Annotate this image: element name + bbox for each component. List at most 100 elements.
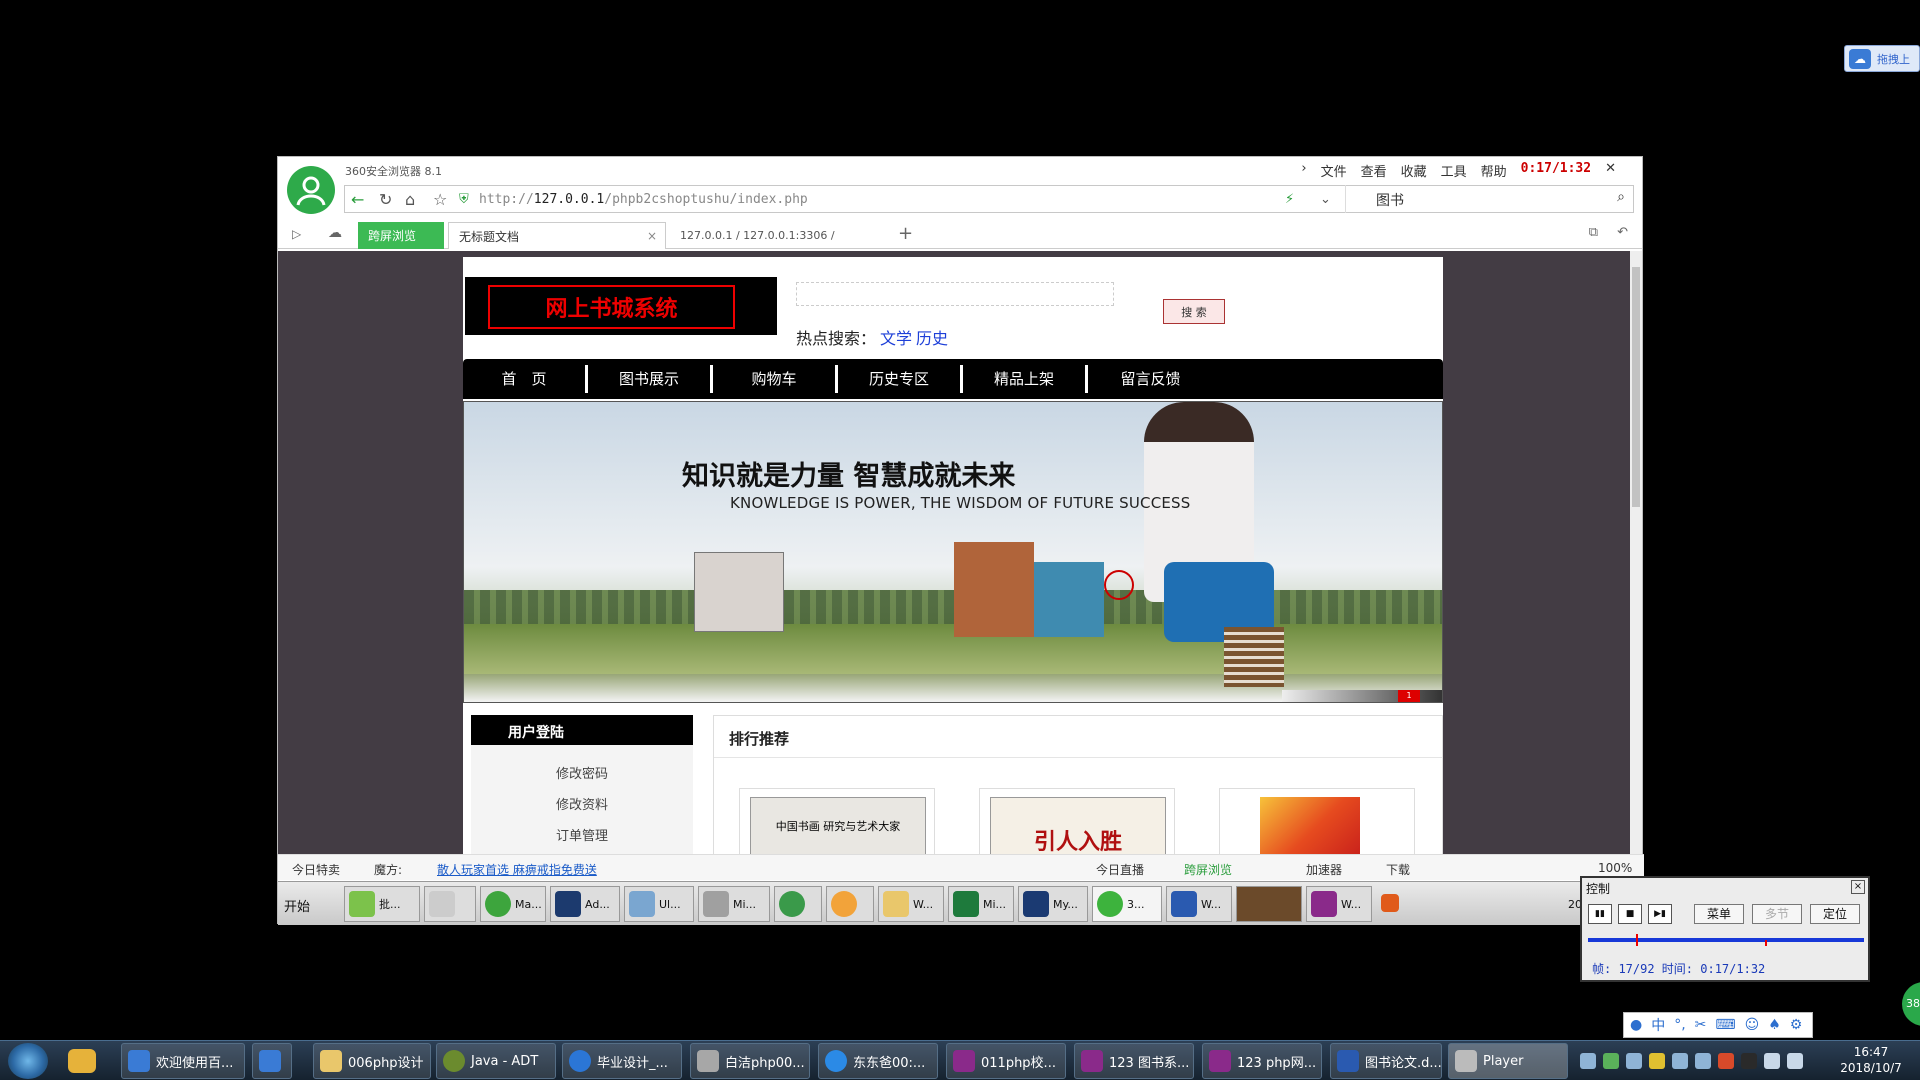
recorded-task[interactable] xyxy=(1236,886,1302,922)
system-clock[interactable]: 16:47 2018/10/7 xyxy=(1836,1044,1906,1076)
task-player[interactable]: Player xyxy=(1448,1043,1568,1079)
tray-icon[interactable] xyxy=(1695,1053,1711,1069)
hot-link-literature[interactable]: 文学 xyxy=(880,329,912,348)
player-position-marker[interactable] xyxy=(1636,934,1638,946)
ime-user-icon[interactable]: ☺ xyxy=(1745,1017,1760,1033)
menu-item-file[interactable]: 文件 xyxy=(1321,161,1347,180)
recorded-task[interactable]: My... xyxy=(1018,886,1088,922)
restore-tab-icon[interactable]: ⧉ xyxy=(1589,225,1598,240)
accelerator[interactable]: 加速器 xyxy=(1306,861,1342,878)
task-011php[interactable]: 011php校... xyxy=(946,1043,1066,1079)
site-search-button[interactable]: 搜 索 xyxy=(1163,299,1225,324)
recorded-task[interactable] xyxy=(826,886,874,922)
book-card[interactable] xyxy=(1219,788,1415,854)
nav-featured[interactable]: 精品上架 xyxy=(963,365,1088,393)
undo-icon[interactable]: ↶ xyxy=(1617,225,1628,240)
recorded-task[interactable]: W... xyxy=(878,886,944,922)
ime-punct-icon[interactable]: °, xyxy=(1674,1017,1685,1033)
task-explorer[interactable] xyxy=(252,1043,292,1079)
tab-phpmyadmin[interactable]: 127.0.0.1 / 127.0.0.1:3306 / xyxy=(670,222,890,249)
pause-icon[interactable]: ▮▮ xyxy=(1588,904,1612,924)
task-123-book[interactable]: 123 图书系... xyxy=(1074,1043,1194,1079)
menu-item-favorites[interactable]: 收藏 xyxy=(1401,161,1427,180)
speed-icon[interactable]: ⚡ xyxy=(1285,192,1294,207)
star-icon[interactable]: ☆ xyxy=(433,190,447,209)
ime-logo-icon[interactable]: ● xyxy=(1630,1017,1642,1033)
recorded-task[interactable]: Mi... xyxy=(698,886,770,922)
book-card[interactable]: 引人入胜 xyxy=(979,788,1175,854)
volume-icon[interactable] xyxy=(1764,1053,1780,1069)
windows-start-button[interactable] xyxy=(8,1043,48,1079)
nav-feedback[interactable]: 留言反馈 xyxy=(1088,365,1213,393)
menu-item-help[interactable]: 帮助 xyxy=(1481,161,1507,180)
cross-screen[interactable]: 跨屏浏览 xyxy=(1184,861,1232,878)
recorded-task[interactable]: 批... xyxy=(344,886,420,922)
task-dongdong[interactable]: 东东爸00:... xyxy=(818,1043,938,1079)
search-engine-input[interactable]: 图书 ⌕ xyxy=(1345,185,1635,213)
refresh-icon[interactable]: ↻ xyxy=(379,190,392,209)
menu-item-view[interactable]: 查看 xyxy=(1361,161,1387,180)
task-graduation[interactable]: 毕业设计_... xyxy=(562,1043,682,1079)
task-baidu[interactable]: 欢迎使用百... xyxy=(121,1043,245,1079)
task-123-php[interactable]: 123 php网... xyxy=(1202,1043,1322,1079)
cloud-sync-icon[interactable]: ☁ xyxy=(328,225,342,241)
zoom-level[interactable]: 100% xyxy=(1598,861,1632,875)
user-avatar[interactable] xyxy=(287,166,335,214)
hot-link-history[interactable]: 历史 xyxy=(916,329,948,348)
next-icon[interactable]: ▶▮ xyxy=(1648,904,1672,924)
recorded-task[interactable]: Ma... xyxy=(480,886,546,922)
site-logo[interactable]: 网上书城系统 xyxy=(465,277,777,335)
url-input[interactable]: http://127.0.0.1/phpb2cshoptushu/index.p… xyxy=(479,192,808,207)
recorded-task[interactable] xyxy=(774,886,822,922)
tray-icon[interactable] xyxy=(1718,1053,1734,1069)
recorded-task[interactable]: Mi... xyxy=(948,886,1014,922)
scrollbar-thumb[interactable] xyxy=(1632,267,1640,507)
ime-lang-icon[interactable]: 中 xyxy=(1651,1015,1665,1035)
today-live[interactable]: 今日直播 xyxy=(1096,861,1144,878)
tray-icon[interactable] xyxy=(1626,1053,1642,1069)
link-change-password[interactable]: 修改密码 xyxy=(471,763,693,782)
sidebar-toggle-icon[interactable]: ▷ xyxy=(292,227,301,241)
today-sale[interactable]: 今日特卖 xyxy=(292,861,340,878)
nav-history[interactable]: 历史专区 xyxy=(838,365,963,393)
menu-item-tools[interactable]: 工具 xyxy=(1441,161,1467,180)
sogou-icon[interactable] xyxy=(1381,894,1399,912)
tray-icon[interactable] xyxy=(1603,1053,1619,1069)
player-locate-button[interactable]: 定位 xyxy=(1810,904,1860,924)
player-timeline[interactable] xyxy=(1588,938,1864,942)
site-search-input[interactable] xyxy=(796,282,1114,306)
promo-link[interactable]: 散人玩家首选 麻痹戒指免费送 xyxy=(437,861,597,878)
nav-home[interactable]: 首 页 xyxy=(463,365,588,393)
new-tab-icon[interactable]: + xyxy=(898,223,913,244)
banner-page-indicator[interactable]: 1 xyxy=(1398,690,1420,702)
floating-badge[interactable]: 38 xyxy=(1902,982,1920,1026)
ime-settings-icon[interactable]: ⚙ xyxy=(1790,1017,1803,1033)
tray-icon[interactable] xyxy=(1580,1053,1596,1069)
nav-cart[interactable]: 购物车 xyxy=(713,365,838,393)
recorded-task[interactable] xyxy=(424,886,476,922)
tab-close-icon[interactable]: × xyxy=(647,229,657,243)
link-orders[interactable]: 订单管理 xyxy=(471,825,693,844)
recorded-task[interactable]: W... xyxy=(1166,886,1232,922)
task-thesis-doc[interactable]: 图书论文.d... xyxy=(1330,1043,1442,1079)
recorded-task[interactable]: Ul... xyxy=(624,886,694,922)
ime-scissors-icon[interactable]: ✂ xyxy=(1695,1017,1707,1033)
search-icon[interactable]: ⌕ xyxy=(1617,189,1625,205)
qq-icon[interactable] xyxy=(1741,1053,1757,1069)
recorded-task[interactable]: 3... xyxy=(1092,886,1162,922)
task-java-adt[interactable]: Java - ADT xyxy=(436,1043,556,1079)
tab-untitled[interactable]: 无标题文档 × xyxy=(448,222,666,249)
network-icon[interactable] xyxy=(1787,1053,1803,1069)
tab-cross-screen[interactable]: 跨屏浏览 xyxy=(358,222,444,249)
download[interactable]: 下载 xyxy=(1386,861,1410,878)
player-multi-button[interactable]: 多节 xyxy=(1752,904,1802,924)
pinned-app-icon[interactable] xyxy=(68,1049,96,1073)
recorded-task[interactable]: Ad... xyxy=(550,886,620,922)
close-icon[interactable]: ✕ xyxy=(1605,161,1616,180)
ime-skin-icon[interactable]: ♠ xyxy=(1768,1017,1781,1033)
page-scrollbar[interactable] xyxy=(1630,251,1642,854)
tray-icon[interactable] xyxy=(1649,1053,1665,1069)
tray-icon[interactable] xyxy=(1672,1053,1688,1069)
player-menu-button[interactable]: 菜单 xyxy=(1694,904,1744,924)
recorded-task[interactable]: W... xyxy=(1306,886,1372,922)
